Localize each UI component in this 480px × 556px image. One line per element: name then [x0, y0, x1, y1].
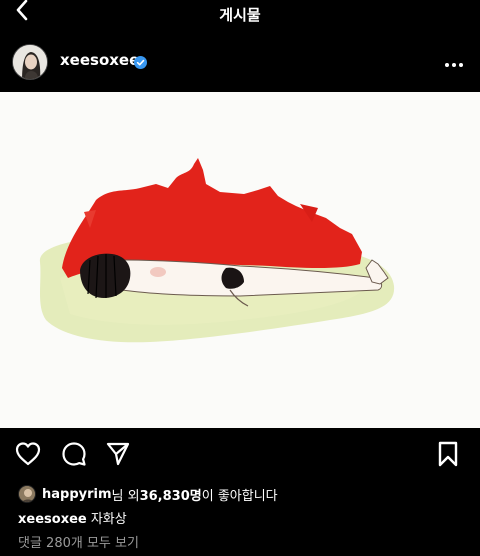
bookmark-icon [437, 441, 459, 471]
comment-icon [61, 441, 87, 471]
likes-summary[interactable]: happyrim 님 외 36,830명 이 좋아합니다 [18, 484, 278, 504]
share-button[interactable] [104, 442, 132, 470]
more-options-button[interactable] [442, 52, 466, 72]
top-bar: 게시물 [0, 0, 480, 30]
send-icon [105, 441, 131, 471]
caption: xeesoxee 자화상 [18, 508, 127, 527]
liker-avatar [18, 485, 36, 503]
comment-button[interactable] [60, 442, 88, 470]
page-title: 게시물 [219, 6, 261, 24]
post-header: xeesoxee [0, 30, 480, 92]
view-all-comments-link[interactable]: 댓글 280개 모두 보기 [18, 532, 139, 551]
likes-count[interactable]: 36,830명 [140, 485, 202, 504]
likes-suffix: 이 좋아합니다 [201, 488, 278, 504]
caption-username[interactable]: xeesoxee [18, 512, 87, 527]
likes-middle-text: 님 외 [111, 488, 140, 504]
save-button[interactable] [434, 441, 462, 471]
heart-icon [14, 441, 42, 471]
avatar[interactable] [12, 44, 48, 80]
post-username[interactable]: xeesoxee [60, 51, 139, 69]
caption-text: 자화상 [86, 512, 127, 527]
verified-badge-icon [134, 54, 147, 69]
more-horizontal-icon [444, 53, 464, 72]
like-button[interactable] [14, 442, 42, 470]
first-liker-username[interactable]: happyrim [42, 487, 112, 502]
post-image[interactable] [0, 92, 480, 428]
action-bar [0, 428, 480, 482]
